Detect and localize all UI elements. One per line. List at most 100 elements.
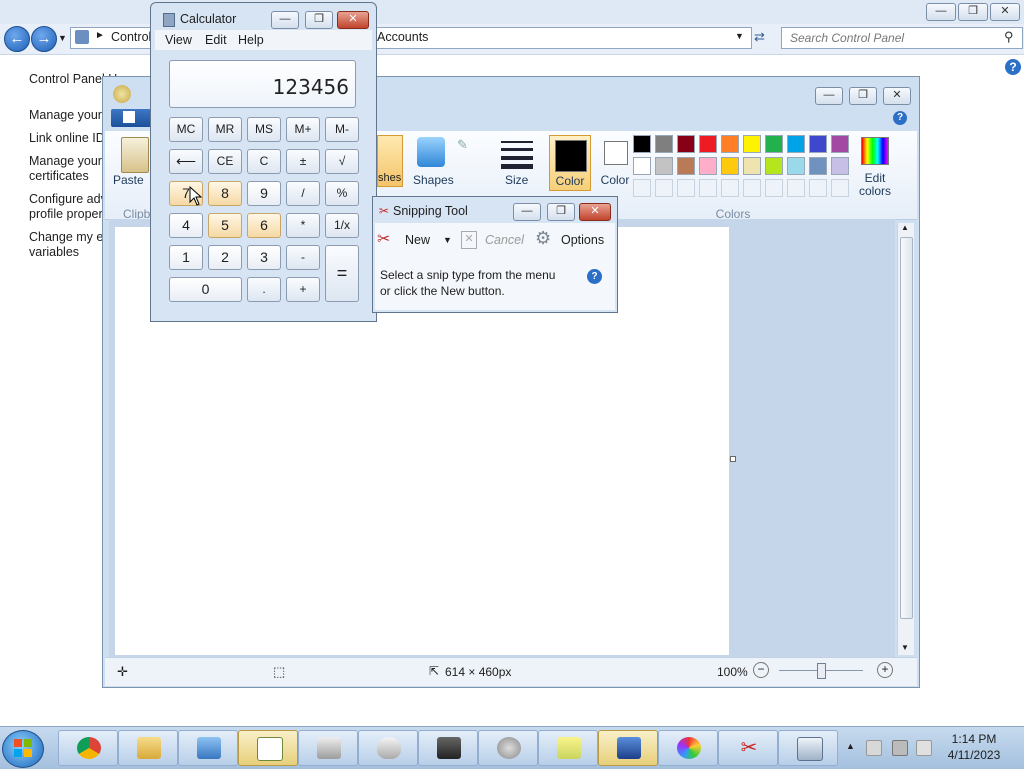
- link-manage-certificates[interactable]: Manage your: [29, 154, 102, 169]
- reciprocal-button[interactable]: 1/x: [325, 213, 359, 238]
- edit-colors-icon[interactable]: [861, 137, 889, 165]
- address-prefix[interactable]: Control: [111, 30, 151, 44]
- digit-8-button[interactable]: 8: [208, 181, 242, 206]
- link-manage-certificates-2[interactable]: certificates: [29, 169, 89, 184]
- palette-custom-slot[interactable]: [831, 179, 849, 197]
- snip-maximize-button[interactable]: ❐: [547, 203, 575, 221]
- help-icon[interactable]: ?: [1005, 59, 1021, 75]
- zoom-slider-thumb[interactable]: [817, 663, 826, 679]
- options-gear-icon[interactable]: ⚙: [535, 228, 551, 249]
- paint-minimize-button[interactable]: —: [815, 87, 843, 105]
- palette-color-swatch[interactable]: [699, 135, 717, 153]
- m-minus-button[interactable]: M-: [325, 117, 359, 142]
- palette-custom-slot[interactable]: [721, 179, 739, 197]
- address-dropdown-icon[interactable]: ▼: [735, 31, 744, 41]
- outline-fill-icon[interactable]: ✎: [457, 137, 479, 165]
- calc-menu-help[interactable]: Help: [238, 33, 264, 47]
- paste-icon[interactable]: [121, 137, 149, 173]
- forward-arrow-icon[interactable]: →: [31, 26, 57, 52]
- palette-color-swatch[interactable]: [809, 157, 827, 175]
- color1-button[interactable]: Color: [549, 135, 591, 191]
- snip-close-button[interactable]: ✕: [579, 203, 611, 221]
- taskbar-printer-button[interactable]: [298, 730, 358, 766]
- palette-color-swatch[interactable]: [787, 135, 805, 153]
- address-suffix[interactable]: Accounts: [377, 30, 428, 44]
- palette-color-swatch[interactable]: [743, 135, 761, 153]
- paint-file-menu-button[interactable]: [111, 109, 151, 127]
- taskbar-speaker-button[interactable]: [478, 730, 538, 766]
- palette-color-swatch[interactable]: [743, 157, 761, 175]
- palette-color-swatch[interactable]: [699, 157, 717, 175]
- cp-close-button[interactable]: ✕: [990, 3, 1020, 21]
- brushes-button[interactable]: shes: [377, 135, 403, 187]
- size-icon[interactable]: [501, 139, 533, 169]
- search-icon[interactable]: ⚲: [1004, 29, 1014, 45]
- taskbar-calculator-button[interactable]: [778, 730, 838, 766]
- plus-minus-button[interactable]: ±: [286, 149, 320, 174]
- scroll-down-icon[interactable]: ▼: [901, 643, 909, 652]
- zoom-out-button[interactable]: −: [753, 662, 769, 678]
- digit-3-button[interactable]: 3: [247, 245, 281, 270]
- taskbar-control-panel-button[interactable]: [178, 730, 238, 766]
- link-configure-profile[interactable]: Configure adv: [29, 192, 107, 207]
- cp-minimize-button[interactable]: —: [926, 3, 956, 21]
- digit-1-button[interactable]: 1: [169, 245, 203, 270]
- edit-colors-label[interactable]: Edit: [853, 171, 897, 185]
- clock-date[interactable]: 4/11/2023: [944, 748, 1004, 762]
- taskbar-server-button[interactable]: [418, 730, 478, 766]
- divide-button[interactable]: /: [286, 181, 320, 206]
- palette-color-swatch[interactable]: [633, 135, 651, 153]
- paint-maximize-button[interactable]: ❐: [849, 87, 877, 105]
- calc-close-button[interactable]: ✕: [337, 11, 369, 29]
- palette-color-swatch[interactable]: [721, 135, 739, 153]
- digit-6-button[interactable]: 6: [247, 213, 281, 238]
- palette-color-swatch[interactable]: [787, 157, 805, 175]
- cp-restore-button[interactable]: ❐: [958, 3, 988, 21]
- show-hidden-icons-chevron-icon[interactable]: ▲: [846, 741, 855, 751]
- paint-help-icon[interactable]: ?: [893, 111, 907, 125]
- palette-custom-slot[interactable]: [743, 179, 761, 197]
- sqrt-button[interactable]: √: [325, 149, 359, 174]
- ce-button[interactable]: CE: [208, 149, 242, 174]
- new-snip-dropdown-icon[interactable]: ▼: [443, 235, 452, 245]
- scrollbar-thumb[interactable]: [900, 237, 913, 619]
- calc-menu-edit[interactable]: Edit: [205, 33, 227, 47]
- percent-button[interactable]: %: [325, 181, 359, 206]
- volume-muted-icon[interactable]: [916, 740, 932, 756]
- palette-color-swatch[interactable]: [655, 135, 673, 153]
- m-plus-button[interactable]: M+: [286, 117, 320, 142]
- paint-close-button[interactable]: ✕: [883, 87, 911, 105]
- taskbar-sticky-notes-button[interactable]: [538, 730, 598, 766]
- zoom-in-button[interactable]: +: [877, 662, 893, 678]
- palette-color-swatch[interactable]: [765, 135, 783, 153]
- clock-time[interactable]: 1:14 PM: [944, 732, 1004, 746]
- palette-color-swatch[interactable]: [809, 135, 827, 153]
- taskbar-explorer-button[interactable]: [118, 730, 178, 766]
- palette-custom-slot[interactable]: [765, 179, 783, 197]
- add-button[interactable]: +: [286, 277, 320, 302]
- taskbar-remote-desktop-button[interactable]: [598, 730, 658, 766]
- action-center-flag-icon[interactable]: [866, 740, 882, 756]
- mc-button[interactable]: MC: [169, 117, 203, 142]
- scroll-up-icon[interactable]: ▲: [901, 223, 909, 232]
- digit-0-button[interactable]: 0: [169, 277, 242, 302]
- ms-button[interactable]: MS: [247, 117, 281, 142]
- snip-minimize-button[interactable]: —: [513, 203, 541, 221]
- shapes-icon[interactable]: [417, 137, 445, 167]
- back-arrow-icon[interactable]: ←: [4, 26, 30, 52]
- digit-2-button[interactable]: 2: [208, 245, 242, 270]
- shapes-label[interactable]: Shapes: [413, 173, 454, 187]
- palette-color-swatch[interactable]: [677, 157, 695, 175]
- new-snip-button[interactable]: New: [405, 233, 430, 247]
- snip-help-icon[interactable]: ?: [587, 269, 602, 284]
- palette-custom-slot[interactable]: [655, 179, 673, 197]
- taskbar-chrome-button[interactable]: [58, 730, 118, 766]
- search-box[interactable]: Search Control Panel ⚲: [781, 27, 1023, 49]
- palette-custom-slot[interactable]: [787, 179, 805, 197]
- new-snip-icon[interactable]: ✂: [377, 229, 390, 249]
- palette-color-swatch[interactable]: [765, 157, 783, 175]
- digit-9-button[interactable]: 9: [247, 181, 281, 206]
- taskbar-snipping-tool-button[interactable]: ✂: [718, 730, 778, 766]
- c-button[interactable]: C: [247, 149, 281, 174]
- palette-color-swatch[interactable]: [655, 157, 673, 175]
